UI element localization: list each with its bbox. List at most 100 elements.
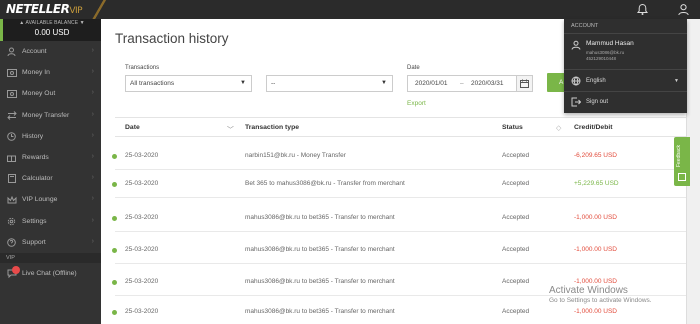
sidebar-item-live-chat[interactable]: Live Chat (Offline) bbox=[0, 263, 101, 284]
sidebar-item-settings[interactable]: Settings › bbox=[0, 211, 101, 232]
sidebar-item-label: Account bbox=[22, 48, 47, 56]
balance-panel[interactable]: ▲ AVAILABLE BALANCE ▼ 0.00 USD bbox=[0, 19, 101, 41]
calendar-icon[interactable] bbox=[516, 75, 533, 92]
sidebar-item-label: VIP Lounge bbox=[22, 196, 58, 204]
column-header-type[interactable]: Transaction type bbox=[245, 124, 299, 131]
row-type: mahus3086@bk.ru to bet365 - Transfer to … bbox=[245, 308, 395, 315]
logo-accent bbox=[92, 0, 106, 19]
table-header: Date ﹀ Transaction type Status ◇ Credit/… bbox=[115, 117, 686, 137]
sidebar-item-money-transfer[interactable]: Money Transfer › bbox=[0, 105, 101, 126]
table-row[interactable]: 25-03-2020 mahus3086@bk.ru to bet365 - T… bbox=[112, 204, 686, 232]
row-date: 25-03-2020 bbox=[125, 152, 159, 159]
transactions-select[interactable]: All transactions ▼ bbox=[125, 75, 252, 92]
row-amount: -1,000.00 USD bbox=[574, 278, 617, 285]
caret-down-icon: ▼ bbox=[381, 80, 387, 86]
row-date: 25-03-2020 bbox=[125, 308, 159, 315]
column-header-status[interactable]: Status bbox=[502, 124, 523, 131]
feedback-icon bbox=[678, 173, 686, 181]
column-header-date[interactable]: Date bbox=[125, 124, 140, 131]
row-amount: -1,000.00 USD bbox=[574, 214, 617, 221]
watermark-subtitle: Go to Settings to activate Windows. bbox=[549, 297, 652, 304]
bell-icon[interactable] bbox=[636, 3, 649, 16]
row-type: mahus3086@bk.ru to bet365 - Transfer to … bbox=[245, 214, 395, 221]
row-status: Accepted bbox=[502, 278, 530, 285]
chevron-right-icon: › bbox=[91, 195, 94, 203]
sidebar-item-account[interactable]: Account › bbox=[0, 41, 101, 62]
row-date: 25-03-2020 bbox=[125, 214, 159, 221]
sidebar-item-vip-lounge[interactable]: VIP Lounge › bbox=[0, 189, 101, 210]
row-amount: -6,209.65 USD bbox=[574, 152, 617, 159]
secondary-filter-value: -- bbox=[271, 80, 276, 87]
language-value: English bbox=[586, 78, 606, 84]
row-type: Bet 365 to mahus3086@bk.ru - Transfer fr… bbox=[245, 180, 405, 187]
row-amount: +5,229.65 USD bbox=[574, 180, 619, 187]
column-header-credit-debit[interactable]: Credit/Debit bbox=[574, 124, 613, 131]
watermark-title: Activate Windows bbox=[549, 285, 628, 296]
status-dot bbox=[112, 154, 117, 159]
gift-icon bbox=[6, 152, 17, 163]
sign-out-label: Sign out bbox=[586, 99, 609, 105]
table-row[interactable]: 25-03-2020 mahus3086@bk.ru to bet365 - T… bbox=[112, 236, 686, 264]
account-dropdown-header: ACCOUNT bbox=[564, 19, 687, 34]
crown-icon bbox=[6, 194, 17, 205]
chevron-right-icon: › bbox=[91, 89, 94, 97]
date-range-input[interactable]: 2020/01/01 – 2020/03/31 bbox=[407, 75, 533, 92]
row-status: Accepted bbox=[502, 180, 530, 187]
row-date: 25-03-2020 bbox=[125, 180, 159, 187]
status-dot bbox=[112, 248, 117, 253]
sign-out-button[interactable]: Sign out bbox=[564, 92, 687, 113]
row-amount: -1,000.00 USD bbox=[574, 246, 617, 253]
money-in-icon bbox=[6, 67, 17, 78]
row-date: 25-03-2020 bbox=[125, 278, 159, 285]
calculator-icon bbox=[6, 173, 17, 184]
user-icon bbox=[571, 40, 581, 50]
sidebar-item-support[interactable]: Support › bbox=[0, 232, 101, 253]
table-row[interactable]: 25-03-2020 narbin151@bk.ru - Money Trans… bbox=[112, 142, 686, 170]
sidebar-item-label: Calculator bbox=[22, 175, 53, 183]
account-id: 452129010448 bbox=[586, 56, 617, 61]
gear-icon bbox=[6, 216, 17, 227]
sidebar-item-rewards[interactable]: Rewards › bbox=[0, 147, 101, 168]
sidebar-item-calculator[interactable]: Calculator › bbox=[0, 168, 101, 189]
row-date: 25-03-2020 bbox=[125, 246, 159, 253]
top-bar: NETELLERVIP bbox=[0, 0, 700, 19]
date-from: 2020/01/01 bbox=[415, 80, 448, 87]
brand-name: NETELLER bbox=[6, 2, 70, 16]
sidebar-item-history[interactable]: History › bbox=[0, 126, 101, 147]
secondary-filter-select[interactable]: -- ▼ bbox=[266, 75, 393, 92]
sidebar-item-label: Rewards bbox=[22, 154, 49, 162]
date-to: 2020/03/31 bbox=[471, 80, 504, 87]
user-icon[interactable] bbox=[677, 3, 690, 16]
sidebar-item-label: Live Chat (Offline) bbox=[22, 269, 77, 277]
row-type: narbin151@bk.ru - Money Transfer bbox=[245, 152, 346, 159]
sort-icon[interactable]: ◇ bbox=[556, 124, 561, 132]
neteller-logo[interactable]: NETELLERVIP bbox=[6, 2, 83, 16]
help-icon bbox=[6, 237, 17, 248]
chevron-right-icon: › bbox=[91, 47, 94, 54]
chevron-right-icon: › bbox=[91, 68, 94, 76]
chevron-right-icon: › bbox=[91, 152, 94, 160]
export-link[interactable]: Export bbox=[407, 100, 426, 107]
page-title: Transaction history bbox=[115, 31, 229, 46]
balance-value: 0.00 USD bbox=[34, 28, 70, 37]
sidebar-item-label: Settings bbox=[22, 217, 47, 225]
vip-section-header: VIP bbox=[0, 252, 101, 263]
caret-down-icon: ▼ bbox=[240, 80, 246, 86]
feedback-label: Feedback bbox=[676, 145, 682, 167]
sidebar: ▲ AVAILABLE BALANCE ▼ 0.00 USD Account ›… bbox=[0, 19, 101, 324]
person-icon bbox=[6, 46, 17, 57]
account-dropdown: ACCOUNT Mammud Hasan mahus3086@bk.ru 452… bbox=[564, 19, 687, 113]
row-status: Accepted bbox=[502, 246, 530, 253]
status-dot bbox=[112, 216, 117, 221]
offline-status-dot bbox=[12, 265, 20, 274]
sort-chevron-icon[interactable]: ﹀ bbox=[227, 124, 234, 134]
language-selector[interactable]: English ▼ bbox=[564, 70, 687, 92]
sidebar-item-money-out[interactable]: Money Out › bbox=[0, 83, 101, 104]
feedback-tab[interactable]: Feedback bbox=[674, 137, 690, 186]
brand-tier: VIP bbox=[69, 6, 83, 16]
table-row[interactable]: 25-03-2020 Bet 365 to mahus3086@bk.ru - … bbox=[112, 170, 686, 198]
sidebar-item-money-in[interactable]: Money In › bbox=[0, 62, 101, 83]
row-status: Accepted bbox=[502, 308, 530, 315]
account-user-info[interactable]: Mammud Hasan mahus3086@bk.ru 45212901044… bbox=[564, 34, 687, 70]
row-status: Accepted bbox=[502, 152, 530, 159]
